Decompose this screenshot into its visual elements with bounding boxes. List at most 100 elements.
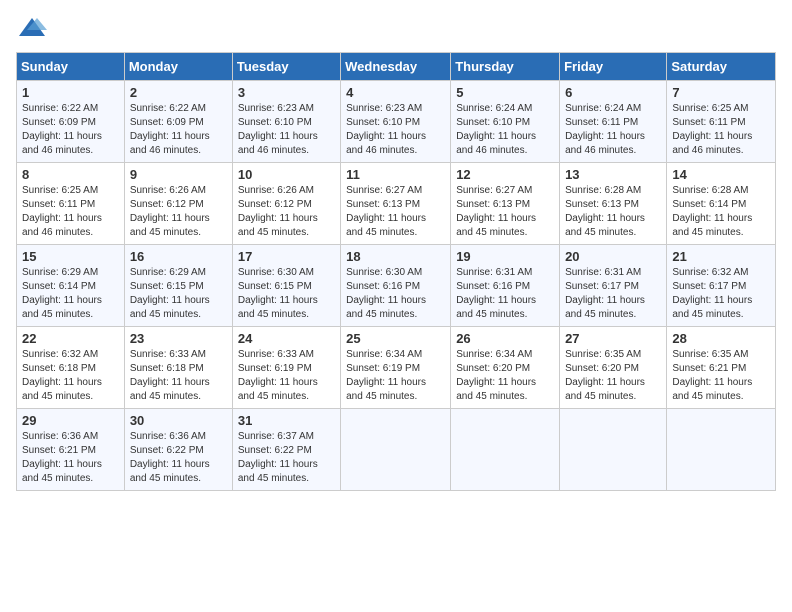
day-info: Sunrise: 6:33 AMSunset: 6:18 PMDaylight:… (130, 349, 210, 402)
calendar-week-2: 8 Sunrise: 6:25 AMSunset: 6:11 PMDayligh… (17, 163, 776, 245)
calendar-cell: 4 Sunrise: 6:23 AMSunset: 6:10 PMDayligh… (341, 81, 451, 163)
day-number: 7 (672, 85, 770, 100)
day-number: 28 (672, 331, 770, 346)
calendar-cell: 26 Sunrise: 6:34 AMSunset: 6:20 PMDaylig… (451, 327, 560, 409)
calendar-cell: 23 Sunrise: 6:33 AMSunset: 6:18 PMDaylig… (124, 327, 232, 409)
calendar-cell: 17 Sunrise: 6:30 AMSunset: 6:15 PMDaylig… (232, 245, 340, 327)
day-info: Sunrise: 6:28 AMSunset: 6:14 PMDaylight:… (672, 185, 752, 238)
day-number: 13 (565, 167, 661, 182)
day-info: Sunrise: 6:25 AMSunset: 6:11 PMDaylight:… (672, 103, 752, 156)
calendar-cell: 28 Sunrise: 6:35 AMSunset: 6:21 PMDaylig… (667, 327, 776, 409)
calendar-week-1: 1 Sunrise: 6:22 AMSunset: 6:09 PMDayligh… (17, 81, 776, 163)
day-info: Sunrise: 6:23 AMSunset: 6:10 PMDaylight:… (346, 103, 426, 156)
day-info: Sunrise: 6:32 AMSunset: 6:18 PMDaylight:… (22, 349, 102, 402)
calendar-cell: 21 Sunrise: 6:32 AMSunset: 6:17 PMDaylig… (667, 245, 776, 327)
calendar-cell: 7 Sunrise: 6:25 AMSunset: 6:11 PMDayligh… (667, 81, 776, 163)
calendar-body: 1 Sunrise: 6:22 AMSunset: 6:09 PMDayligh… (17, 81, 776, 491)
day-number: 26 (456, 331, 554, 346)
calendar-cell: 1 Sunrise: 6:22 AMSunset: 6:09 PMDayligh… (17, 81, 125, 163)
calendar-header-row: SundayMondayTuesdayWednesdayThursdayFrid… (17, 53, 776, 81)
day-info: Sunrise: 6:30 AMSunset: 6:15 PMDaylight:… (238, 267, 318, 320)
day-number: 12 (456, 167, 554, 182)
weekday-header-tuesday: Tuesday (232, 53, 340, 81)
day-info: Sunrise: 6:34 AMSunset: 6:20 PMDaylight:… (456, 349, 536, 402)
day-info: Sunrise: 6:31 AMSunset: 6:16 PMDaylight:… (456, 267, 536, 320)
calendar-cell: 16 Sunrise: 6:29 AMSunset: 6:15 PMDaylig… (124, 245, 232, 327)
calendar-cell: 25 Sunrise: 6:34 AMSunset: 6:19 PMDaylig… (341, 327, 451, 409)
day-number: 18 (346, 249, 445, 264)
day-number: 22 (22, 331, 119, 346)
calendar-cell: 6 Sunrise: 6:24 AMSunset: 6:11 PMDayligh… (560, 81, 667, 163)
calendar-cell: 13 Sunrise: 6:28 AMSunset: 6:13 PMDaylig… (560, 163, 667, 245)
page-header (16, 16, 776, 40)
calendar-cell: 2 Sunrise: 6:22 AMSunset: 6:09 PMDayligh… (124, 81, 232, 163)
day-number: 3 (238, 85, 335, 100)
calendar-cell: 29 Sunrise: 6:36 AMSunset: 6:21 PMDaylig… (17, 409, 125, 491)
day-number: 24 (238, 331, 335, 346)
day-info: Sunrise: 6:22 AMSunset: 6:09 PMDaylight:… (130, 103, 210, 156)
day-number: 11 (346, 167, 445, 182)
calendar-cell (560, 409, 667, 491)
weekday-header-saturday: Saturday (667, 53, 776, 81)
day-number: 17 (238, 249, 335, 264)
day-info: Sunrise: 6:37 AMSunset: 6:22 PMDaylight:… (238, 431, 318, 484)
day-number: 27 (565, 331, 661, 346)
calendar-week-3: 15 Sunrise: 6:29 AMSunset: 6:14 PMDaylig… (17, 245, 776, 327)
day-info: Sunrise: 6:36 AMSunset: 6:22 PMDaylight:… (130, 431, 210, 484)
calendar-cell: 20 Sunrise: 6:31 AMSunset: 6:17 PMDaylig… (560, 245, 667, 327)
day-info: Sunrise: 6:22 AMSunset: 6:09 PMDaylight:… (22, 103, 102, 156)
day-number: 29 (22, 413, 119, 428)
calendar-cell: 5 Sunrise: 6:24 AMSunset: 6:10 PMDayligh… (451, 81, 560, 163)
day-number: 16 (130, 249, 227, 264)
calendar-cell: 27 Sunrise: 6:35 AMSunset: 6:20 PMDaylig… (560, 327, 667, 409)
calendar-cell: 24 Sunrise: 6:33 AMSunset: 6:19 PMDaylig… (232, 327, 340, 409)
day-number: 5 (456, 85, 554, 100)
day-number: 21 (672, 249, 770, 264)
calendar-week-4: 22 Sunrise: 6:32 AMSunset: 6:18 PMDaylig… (17, 327, 776, 409)
day-info: Sunrise: 6:33 AMSunset: 6:19 PMDaylight:… (238, 349, 318, 402)
day-info: Sunrise: 6:27 AMSunset: 6:13 PMDaylight:… (346, 185, 426, 238)
calendar-cell: 11 Sunrise: 6:27 AMSunset: 6:13 PMDaylig… (341, 163, 451, 245)
weekday-header-monday: Monday (124, 53, 232, 81)
calendar-cell: 30 Sunrise: 6:36 AMSunset: 6:22 PMDaylig… (124, 409, 232, 491)
calendar-cell (341, 409, 451, 491)
day-number: 2 (130, 85, 227, 100)
day-number: 31 (238, 413, 335, 428)
day-number: 14 (672, 167, 770, 182)
calendar-cell: 19 Sunrise: 6:31 AMSunset: 6:16 PMDaylig… (451, 245, 560, 327)
day-number: 10 (238, 167, 335, 182)
day-info: Sunrise: 6:26 AMSunset: 6:12 PMDaylight:… (238, 185, 318, 238)
calendar-table: SundayMondayTuesdayWednesdayThursdayFrid… (16, 52, 776, 491)
calendar-cell: 18 Sunrise: 6:30 AMSunset: 6:16 PMDaylig… (341, 245, 451, 327)
calendar-cell: 9 Sunrise: 6:26 AMSunset: 6:12 PMDayligh… (124, 163, 232, 245)
weekday-header-wednesday: Wednesday (341, 53, 451, 81)
day-number: 1 (22, 85, 119, 100)
calendar-cell: 14 Sunrise: 6:28 AMSunset: 6:14 PMDaylig… (667, 163, 776, 245)
day-number: 20 (565, 249, 661, 264)
day-info: Sunrise: 6:31 AMSunset: 6:17 PMDaylight:… (565, 267, 645, 320)
calendar-cell: 22 Sunrise: 6:32 AMSunset: 6:18 PMDaylig… (17, 327, 125, 409)
weekday-header-thursday: Thursday (451, 53, 560, 81)
day-info: Sunrise: 6:35 AMSunset: 6:20 PMDaylight:… (565, 349, 645, 402)
day-number: 30 (130, 413, 227, 428)
calendar-cell: 12 Sunrise: 6:27 AMSunset: 6:13 PMDaylig… (451, 163, 560, 245)
calendar-cell: 3 Sunrise: 6:23 AMSunset: 6:10 PMDayligh… (232, 81, 340, 163)
logo-icon (17, 16, 47, 40)
calendar-cell: 8 Sunrise: 6:25 AMSunset: 6:11 PMDayligh… (17, 163, 125, 245)
day-info: Sunrise: 6:27 AMSunset: 6:13 PMDaylight:… (456, 185, 536, 238)
calendar-cell (451, 409, 560, 491)
day-info: Sunrise: 6:23 AMSunset: 6:10 PMDaylight:… (238, 103, 318, 156)
day-number: 23 (130, 331, 227, 346)
day-info: Sunrise: 6:24 AMSunset: 6:11 PMDaylight:… (565, 103, 645, 156)
logo (16, 16, 48, 40)
day-number: 6 (565, 85, 661, 100)
day-info: Sunrise: 6:34 AMSunset: 6:19 PMDaylight:… (346, 349, 426, 402)
day-info: Sunrise: 6:36 AMSunset: 6:21 PMDaylight:… (22, 431, 102, 484)
day-info: Sunrise: 6:24 AMSunset: 6:10 PMDaylight:… (456, 103, 536, 156)
day-info: Sunrise: 6:29 AMSunset: 6:15 PMDaylight:… (130, 267, 210, 320)
calendar-week-5: 29 Sunrise: 6:36 AMSunset: 6:21 PMDaylig… (17, 409, 776, 491)
day-number: 15 (22, 249, 119, 264)
day-info: Sunrise: 6:29 AMSunset: 6:14 PMDaylight:… (22, 267, 102, 320)
day-info: Sunrise: 6:25 AMSunset: 6:11 PMDaylight:… (22, 185, 102, 238)
day-info: Sunrise: 6:30 AMSunset: 6:16 PMDaylight:… (346, 267, 426, 320)
